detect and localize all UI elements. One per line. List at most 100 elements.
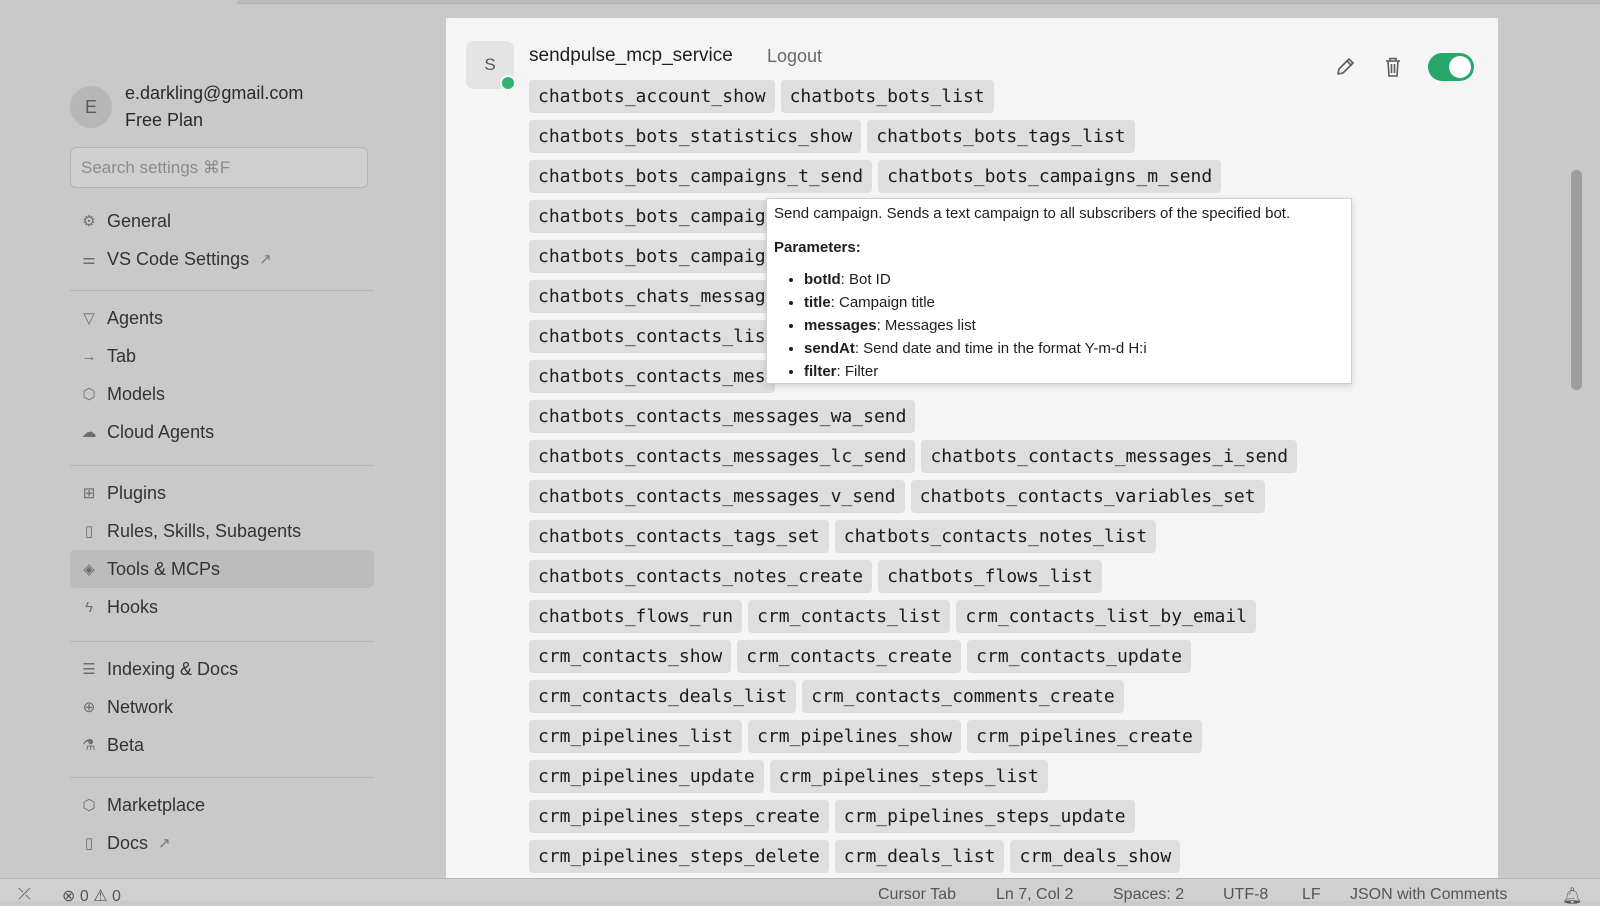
tool-chip[interactable]: crm_pipelines_steps_list: [769, 760, 1048, 793]
scrollbar[interactable]: [1571, 170, 1582, 390]
tool-chip[interactable]: chatbots_contacts_variables_set: [910, 480, 1265, 513]
sidebar-item-label: Plugins: [107, 482, 167, 503]
tool-chip[interactable]: chatbots_bots_statistics_show: [529, 120, 862, 153]
param-description: : Filter: [836, 363, 879, 380]
nav-group: ⬡ Marketplace ▯ Docs ↗: [70, 786, 374, 862]
tool-chip[interactable]: chatbots_contacts_notes_list: [834, 520, 1157, 553]
tool-row: chatbots_contacts_messages_wa_send: [529, 400, 1459, 433]
tool-row: chatbots_contacts_messages_v_send chatbot…: [529, 480, 1459, 513]
tool-chip[interactable]: crm_contacts_list: [748, 600, 951, 633]
tool-chip[interactable]: chatbots_contacts_lis: [529, 320, 775, 353]
sidebar-item-models[interactable]: ⬡ Models: [70, 375, 374, 413]
sidebar-item-cloud-agents[interactable]: ☁ Cloud Agents: [70, 413, 374, 451]
bell-icon[interactable]: 🔔︎: [1562, 886, 1582, 906]
search-input[interactable]: Search settings ⌘F: [70, 147, 368, 188]
tool-row: crm_pipelines_update crm_pipelines_steps_…: [529, 760, 1459, 793]
nav-group: ▽ Agents → Tab ⬡ Models ☁ Cloud Agents: [70, 299, 374, 451]
sidebar-item-docs[interactable]: ▯ Docs ↗: [70, 824, 374, 862]
cloud-icon: ☁: [81, 424, 97, 441]
tool-chip[interactable]: chatbots_bots_campaig: [529, 200, 775, 233]
tool-chip[interactable]: crm_deals_show: [1010, 840, 1181, 873]
tool-chip[interactable]: chatbots_bots_campaigns_m_send: [878, 160, 1222, 193]
tool-chip[interactable]: chatbots_account_show: [529, 80, 775, 113]
status-bar: ⤫ ⊗ 0 ⚠ 0 Cursor Tab Ln 7, Col 2 Spaces:…: [0, 878, 1600, 905]
book-icon: ▯: [84, 835, 94, 852]
tool-chip[interactable]: crm_contacts_deals_list: [529, 680, 797, 713]
tool-chip[interactable]: crm_pipelines_steps_create: [529, 800, 829, 833]
tooltip-param: title: Campaign title: [804, 291, 1344, 314]
sidebar-item-hooks[interactable]: ϟ Hooks: [70, 588, 374, 626]
tool-chip[interactable]: chatbots_contacts_messages_v_send: [529, 480, 905, 513]
tool-chip[interactable]: crm_pipelines_update: [529, 760, 764, 793]
status-position[interactable]: Ln 7, Col 2: [996, 886, 1073, 904]
sidebar-item-rules-skills-subagents[interactable]: ▯ Rules, Skills, Subagents: [70, 512, 374, 550]
pencil-icon[interactable]: [1334, 56, 1356, 78]
sidebar-item-indexing-docs[interactable]: ☰ Indexing & Docs: [70, 650, 374, 688]
tool-chip[interactable]: chatbots_bots_tags_list: [867, 120, 1135, 153]
tool-chip[interactable]: chatbots_bots_campaig: [529, 240, 775, 273]
status-cursor-tab[interactable]: Cursor Tab: [878, 886, 956, 904]
tool-chip[interactable]: chatbots_contacts_mes: [529, 360, 775, 393]
flask-icon: ⚗: [82, 737, 96, 754]
tool-chip[interactable]: chatbots_chats_messag: [529, 280, 775, 313]
sidebar-item-tab[interactable]: → Tab: [70, 337, 374, 375]
sidebar-item-label: Tools & MCPs: [107, 558, 221, 579]
tool-chip[interactable]: chatbots_contacts_messages_wa_send: [529, 400, 916, 433]
tool-chip[interactable]: crm_pipelines_steps_delete: [529, 840, 829, 873]
tool-chip[interactable]: crm_pipelines_list: [529, 720, 743, 753]
status-dot: [500, 75, 516, 91]
sidebar-item-vs-code-settings[interactable]: ⚌ VS Code Settings ↗: [70, 240, 374, 278]
tool-chip[interactable]: crm_contacts_update: [967, 640, 1192, 673]
sidebar-item-tools-mcps[interactable]: ◈ Tools & MCPs: [70, 550, 374, 588]
sidebar-item-label: Indexing & Docs: [107, 658, 239, 679]
sidebar-item-label: Tab: [107, 345, 137, 366]
tool-chip[interactable]: chatbots_contacts_tags_set: [529, 520, 829, 553]
problems-indicator[interactable]: ⊗ 0 ⚠ 0: [62, 886, 121, 906]
sidebar-item-beta[interactable]: ⚗ Beta: [70, 726, 374, 764]
bolt-icon: ϟ: [85, 598, 93, 616]
plugins-icon: ⊞: [82, 485, 96, 502]
status-language[interactable]: JSON with Comments: [1350, 886, 1507, 904]
sidebar-item-network[interactable]: ⊕ Network: [70, 688, 374, 726]
tool-chip[interactable]: chatbots_contacts_messages_i_send: [921, 440, 1298, 473]
tool-row: chatbots_contacts_notes_create chatbots_f…: [529, 560, 1459, 593]
status-encoding[interactable]: UTF-8: [1223, 886, 1268, 904]
server-enabled-toggle[interactable]: [1428, 53, 1474, 81]
tool-chip[interactable]: chatbots_flows_run: [529, 600, 743, 633]
tooltip-param: filter: Filter: [804, 360, 1344, 383]
trash-icon[interactable]: [1383, 56, 1403, 78]
tool-chip[interactable]: chatbots_contacts_messages_lc_send: [529, 440, 916, 473]
globe-icon: ⊕: [82, 699, 96, 716]
tool-chip[interactable]: chatbots_flows_list: [878, 560, 1103, 593]
tool-chip[interactable]: crm_pipelines_create: [967, 720, 1202, 753]
sidebar-item-plugins[interactable]: ⊞ Plugins: [70, 474, 374, 512]
database-icon: ☰: [82, 661, 96, 678]
logout-link[interactable]: Logout: [767, 46, 822, 67]
sidebar-item-general[interactable]: ⚙ General: [70, 202, 374, 240]
status-eol[interactable]: LF: [1302, 886, 1321, 904]
tool-row: crm_contacts_deals_list crm_contacts_comm…: [529, 680, 1459, 713]
tool-chip[interactable]: crm_pipelines_show: [748, 720, 962, 753]
nav-group: ☰ Indexing & Docs ⊕ Network ⚗ Beta: [70, 650, 374, 764]
tool-chip[interactable]: crm_contacts_list_by_email: [956, 600, 1257, 633]
tool-chip[interactable]: chatbots_contacts_notes_create: [529, 560, 873, 593]
sidebar-item-label: Hooks: [107, 596, 159, 617]
warning-count: 0: [112, 888, 121, 905]
sidebar-item-marketplace[interactable]: ⬡ Marketplace: [70, 786, 374, 824]
tool-chip[interactable]: crm_contacts_create: [737, 640, 962, 673]
status-spaces[interactable]: Spaces: 2: [1113, 886, 1184, 904]
sidebar-item-label: Docs: [107, 832, 149, 853]
nav-divider: [70, 777, 374, 778]
tool-chip[interactable]: crm_pipelines_steps_update: [834, 800, 1135, 833]
tool-chip[interactable]: crm_deals_list: [834, 840, 1005, 873]
server-name: sendpulse_mcp_service: [529, 45, 733, 66]
tool-chip[interactable]: crm_contacts_comments_create: [802, 680, 1124, 713]
sidebar-item-agents[interactable]: ▽ Agents: [70, 299, 374, 337]
cube-icon: ⬡: [82, 386, 96, 403]
tool-chip[interactable]: chatbots_bots_list: [780, 80, 994, 113]
remote-icon[interactable]: ⤫: [18, 886, 31, 904]
tool-chip[interactable]: chatbots_bots_campaigns_t_send: [529, 160, 873, 193]
tool-chip[interactable]: crm_contacts_show: [529, 640, 732, 673]
param-name: messages: [804, 317, 877, 334]
tooltip-param-list: botId: Bot IDtitle: Campaign titlemessag…: [774, 268, 1344, 383]
